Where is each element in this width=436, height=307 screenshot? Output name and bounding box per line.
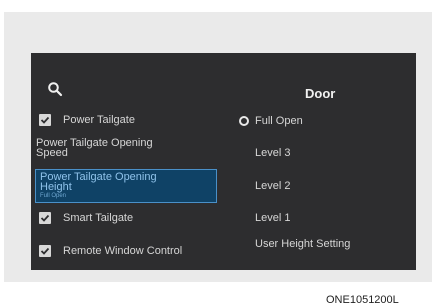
checkbox-checked-icon[interactable] xyxy=(39,114,51,126)
search-icon[interactable] xyxy=(47,81,63,97)
panel-title: Door xyxy=(305,86,336,101)
menu-item-label: Smart Tailgate xyxy=(63,212,134,224)
menu-item-opening-speed[interactable]: Power Tailgate Opening Speed xyxy=(36,137,186,159)
menu-item-value: Full Open xyxy=(40,193,67,199)
option-user-height-setting[interactable]: User Height Setting xyxy=(255,238,350,250)
checkbox-checked-icon[interactable] xyxy=(39,245,51,257)
menu-item-label: Power Tailgate Opening Height xyxy=(40,171,157,193)
menu-item-label: Remote Window Control xyxy=(63,245,183,257)
menu-item-label: Power Tailgate xyxy=(63,114,135,126)
option-level-2[interactable]: Level 2 xyxy=(255,180,290,192)
radio-selected-icon[interactable] xyxy=(239,116,249,126)
option-full-open[interactable]: Full Open xyxy=(255,115,303,127)
checkbox-checked-icon[interactable] xyxy=(39,212,51,224)
menu-item-remote-window-control[interactable]: Remote Window Control xyxy=(39,244,219,260)
option-level-1[interactable]: Level 1 xyxy=(255,212,290,224)
menu-item-label: Power Tailgate Opening Speed xyxy=(36,137,153,159)
figure-caption: ONE1051200L xyxy=(326,294,399,306)
menu-item-smart-tailgate[interactable]: Smart Tailgate xyxy=(39,211,209,227)
menu-item-opening-height[interactable]: Power Tailgate Opening Height Full Open xyxy=(35,169,217,203)
settings-screen: Door Power Tailgate Power Tailgate Openi… xyxy=(31,53,416,270)
option-level-3[interactable]: Level 3 xyxy=(255,147,290,159)
menu-item-power-tailgate[interactable]: Power Tailgate xyxy=(39,113,209,129)
